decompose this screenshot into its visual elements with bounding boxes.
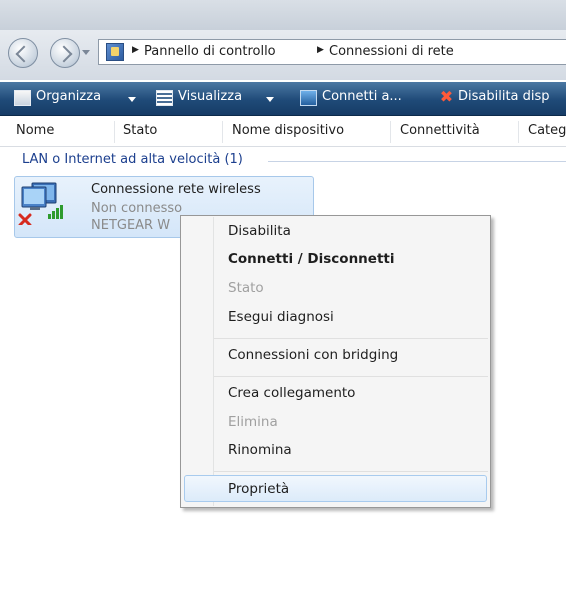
command-bar: Organizza Visualizza Connetti a... ✖ Dis…: [0, 82, 566, 116]
column-category[interactable]: Categ: [528, 123, 566, 138]
control-panel-icon: [106, 43, 124, 61]
view-dropdown-icon[interactable]: [266, 97, 274, 102]
address-bar[interactable]: ▶ Pannello di controllo ▶ Connessioni di…: [98, 39, 566, 65]
menu-item-create-shortcut[interactable]: Crea collegamento: [228, 385, 355, 401]
organize-button[interactable]: Organizza: [36, 89, 101, 104]
menu-item-diagnose[interactable]: Esegui diagnosi: [228, 309, 334, 325]
view-icon: [156, 90, 173, 106]
menu-separator: [214, 376, 488, 377]
column-name[interactable]: Nome: [16, 123, 54, 138]
menu-separator: [214, 338, 488, 339]
connect-to-button[interactable]: Connetti a...: [322, 89, 402, 104]
breadcrumb-network-connections[interactable]: Connessioni di rete: [329, 44, 454, 59]
column-divider[interactable]: [114, 121, 115, 143]
back-button[interactable]: [8, 38, 38, 68]
column-connectivity[interactable]: Connettività: [400, 123, 480, 138]
menu-item-properties[interactable]: Proprietà: [228, 481, 289, 497]
menu-item-bridge-connections[interactable]: Connessioni con bridging: [228, 347, 398, 363]
connection-name: Connessione rete wireless: [91, 182, 261, 197]
group-header[interactable]: LAN o Internet ad alta velocità (1): [22, 152, 243, 167]
window-title-bar: [0, 0, 566, 30]
column-divider[interactable]: [222, 121, 223, 143]
connect-icon: [300, 90, 317, 106]
menu-item-delete: Elimina: [228, 414, 278, 430]
group-divider: [268, 161, 566, 162]
view-button[interactable]: Visualizza: [178, 89, 242, 104]
disable-icon: ✖: [439, 87, 454, 106]
disable-device-button[interactable]: Disabilita disp: [458, 89, 550, 104]
menu-item-disable[interactable]: Disabilita: [228, 223, 291, 239]
menu-item-status: Stato: [228, 280, 264, 296]
menu-separator: [214, 471, 488, 472]
breadcrumb-arrow-icon[interactable]: ▶: [317, 45, 324, 55]
column-divider[interactable]: [518, 121, 519, 143]
connection-device: NETGEAR W: [91, 218, 171, 233]
breadcrumb-control-panel[interactable]: Pannello di controllo: [144, 44, 276, 59]
forward-button[interactable]: [50, 38, 80, 68]
organize-dropdown-icon[interactable]: [128, 97, 136, 102]
wireless-network-adapter-icon: [18, 182, 63, 225]
breadcrumb-arrow-icon[interactable]: ▶: [132, 45, 139, 55]
column-device-name[interactable]: Nome dispositivo: [232, 123, 344, 138]
column-status[interactable]: Stato: [123, 123, 157, 138]
menu-item-connect-disconnect[interactable]: Connetti / Disconnetti: [228, 251, 394, 267]
column-header-row: Nome Stato Nome dispositivo Connettività…: [0, 118, 566, 147]
column-divider[interactable]: [390, 121, 391, 143]
connection-status: Non connesso: [91, 201, 183, 216]
organize-icon: [14, 90, 31, 106]
menu-item-rename[interactable]: Rinomina: [228, 442, 292, 458]
menu-icon-gutter: [213, 217, 214, 506]
recent-pages-dropdown[interactable]: [82, 50, 90, 55]
